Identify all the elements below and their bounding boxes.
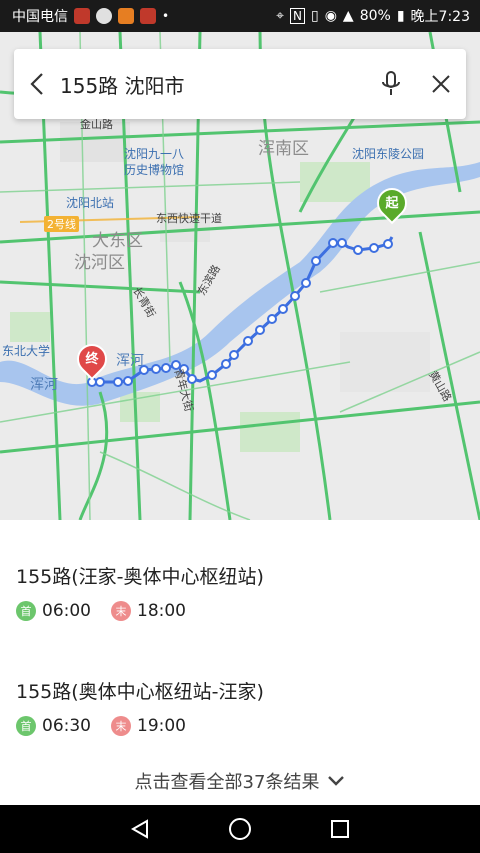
carrier-label: 中国电信 (12, 9, 68, 25)
more-dots-icon: • (162, 9, 170, 23)
first-bus-time: 06:30 (42, 716, 91, 736)
battery-icon: ▮ (396, 8, 405, 24)
microphone-icon (382, 71, 400, 95)
poi-museum-line2[interactable]: 历史博物馆 (124, 161, 184, 178)
back-button[interactable] (14, 49, 60, 119)
route-title: 155路(奥体中心枢纽站-汪家) (16, 681, 264, 703)
last-bus-badge: 末 (111, 601, 131, 621)
show-all-results-label: 点击查看全部37条结果 (134, 772, 320, 793)
route-item-2[interactable]: 155路(奥体中心枢纽站-汪家) 首 06:30 末 19:00 (16, 677, 264, 736)
start-marker[interactable]: 起 (370, 181, 414, 226)
message-icon (96, 8, 112, 24)
nav-back-button[interactable] (120, 809, 160, 849)
route-title: 155路(汪家-奥体中心枢纽站) (16, 566, 264, 588)
route-times: 首 06:30 末 19:00 (16, 716, 264, 736)
notification-app-icon-2 (118, 8, 134, 24)
nav-home-button[interactable] (220, 809, 260, 849)
first-bus-time: 06:00 (42, 601, 91, 621)
end-marker-label: 终 (85, 352, 99, 367)
district-label-shenhe: 沈河区 (74, 253, 125, 273)
river-label-1: 浑河 (116, 353, 144, 369)
route-item-1[interactable]: 155路(汪家-奥体中心枢纽站) 首 06:00 末 18:00 (16, 562, 264, 621)
last-bus-time: 18:00 (137, 601, 186, 621)
vibrate-icon: ▯ (310, 8, 319, 24)
eye-icon: ◉ (324, 8, 337, 24)
poi-dongling-park[interactable]: 沈阳东陵公园 (352, 145, 424, 162)
end-marker[interactable]: 终 (70, 337, 114, 382)
nav-recents-button[interactable] (320, 809, 360, 849)
poi-north-station[interactable]: 沈阳北站 (66, 194, 114, 211)
notification-app-icon (74, 8, 90, 24)
search-bar: 155路 沈阳市 (14, 49, 466, 119)
location-icon: ⌖ (276, 8, 284, 24)
river-label-2: 浑河 (30, 377, 58, 393)
road-label-expressway: 东西快速干道 (156, 212, 222, 225)
back-arrow-icon (30, 73, 43, 95)
route-times: 首 06:00 末 18:00 (16, 601, 264, 621)
square-recents-icon (331, 820, 349, 838)
status-bar: 中国电信 • ⌖ N ▯ ◉ ▲ 80% ▮ 晚上7:23 (0, 0, 480, 32)
voice-search-button[interactable] (366, 49, 416, 119)
battery-percent: 80% (359, 8, 391, 24)
district-label-hunnan: 浑南区 (258, 139, 309, 159)
chevron-down-icon (328, 776, 345, 786)
close-icon (432, 75, 450, 93)
triangle-back-icon (130, 819, 148, 839)
last-bus-time: 19:00 (137, 716, 186, 736)
circle-home-icon (229, 818, 251, 840)
clear-button[interactable] (416, 49, 466, 119)
signal-icon: ▲ (342, 8, 354, 24)
map-app-icon (140, 8, 156, 24)
results-panel: 155路(汪家-奥体中心枢纽站) 首 06:00 末 18:00 155路(奥体… (0, 520, 480, 804)
show-all-results-button[interactable]: 点击查看全部37条结果 (0, 768, 480, 794)
search-input[interactable]: 155路 沈阳市 (60, 70, 366, 99)
poi-museum-line1[interactable]: 沈阳九一八 (124, 145, 184, 162)
nfc-icon: N (290, 8, 305, 24)
poi-neu[interactable]: 东北大学 (2, 342, 50, 359)
clock: 晚上7:23 (410, 9, 470, 25)
last-bus-badge: 末 (111, 716, 131, 736)
metro-line-label: 2号线 (44, 216, 79, 232)
first-bus-badge: 首 (16, 716, 36, 736)
start-marker-label: 起 (385, 196, 399, 211)
system-nav-bar (0, 805, 480, 853)
first-bus-badge: 首 (16, 601, 36, 621)
